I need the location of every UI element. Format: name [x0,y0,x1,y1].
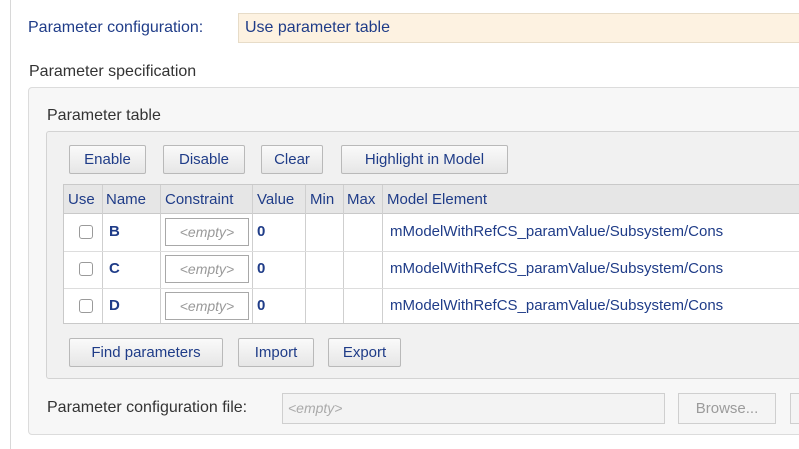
use-checkbox[interactable] [79,225,93,239]
parameter-value[interactable]: 0 [257,297,265,314]
enable-button[interactable]: Enable [69,145,146,174]
parameter-configuration-value: Use parameter table [245,19,390,36]
column-header-value[interactable]: Value [257,191,294,208]
disable-button[interactable]: Disable [163,145,245,174]
constraint-field[interactable]: <empty> [165,218,249,246]
parameter-name: C [109,260,120,277]
find-parameters-button[interactable]: Find parameters [69,338,223,367]
parameter-configuration-select[interactable]: Use parameter table [238,13,799,43]
column-header-min[interactable]: Min [310,191,334,208]
left-divider [10,0,11,449]
highlight-in-model-button[interactable]: Highlight in Model [341,145,508,174]
parameter-name: B [109,223,120,240]
model-element-link[interactable]: mModelWithRefCS_paramValue/Subsystem/Con… [390,223,723,240]
parameter-value[interactable]: 0 [257,260,265,277]
constraint-field[interactable]: <empty> [165,255,249,283]
export-button[interactable]: Export [328,338,401,367]
clear-button[interactable]: Clear [261,145,323,174]
column-header-max[interactable]: Max [347,191,375,208]
parameter-configuration-label: Parameter configuration: [28,19,204,36]
configuration-file-label: Parameter configuration file: [47,399,248,416]
model-element-link[interactable]: mModelWithRefCS_paramValue/Subsystem/Con… [390,260,723,277]
parameter-table: Use Name Constraint Value Min Max Model … [63,184,799,324]
parameter-name: D [109,297,120,314]
use-checkbox[interactable] [79,262,93,276]
configuration-file-placeholder: <empty> [288,400,343,416]
column-header-use[interactable]: Use [68,191,95,208]
configuration-file-input[interactable]: <empty> [282,393,665,424]
column-header-constraint[interactable]: Constraint [165,191,233,208]
table-row[interactable]: C <empty> 0 mModelWithRefCS_paramValue/S… [64,251,799,288]
model-element-link[interactable]: mModelWithRefCS_paramValue/Subsystem/Con… [390,297,723,314]
column-header-model-element[interactable]: Model Element [387,191,487,208]
parameter-specification-label: Parameter specification [29,63,197,80]
table-row[interactable]: D <empty> 0 mModelWithRefCS_paramValue/S… [64,288,799,323]
use-checkbox[interactable] [79,299,93,313]
parameter-table-label: Parameter table [47,107,161,124]
column-header-name[interactable]: Name [106,191,146,208]
browse-button[interactable]: Browse... [678,393,776,424]
constraint-field[interactable]: <empty> [165,292,249,320]
import-button[interactable]: Import [238,338,314,367]
partial-button[interactable] [790,393,799,424]
parameter-value[interactable]: 0 [257,223,265,240]
table-row[interactable]: B <empty> 0 mModelWithRefCS_paramValue/S… [64,214,799,251]
table-header: Use Name Constraint Value Min Max Model … [64,185,799,214]
